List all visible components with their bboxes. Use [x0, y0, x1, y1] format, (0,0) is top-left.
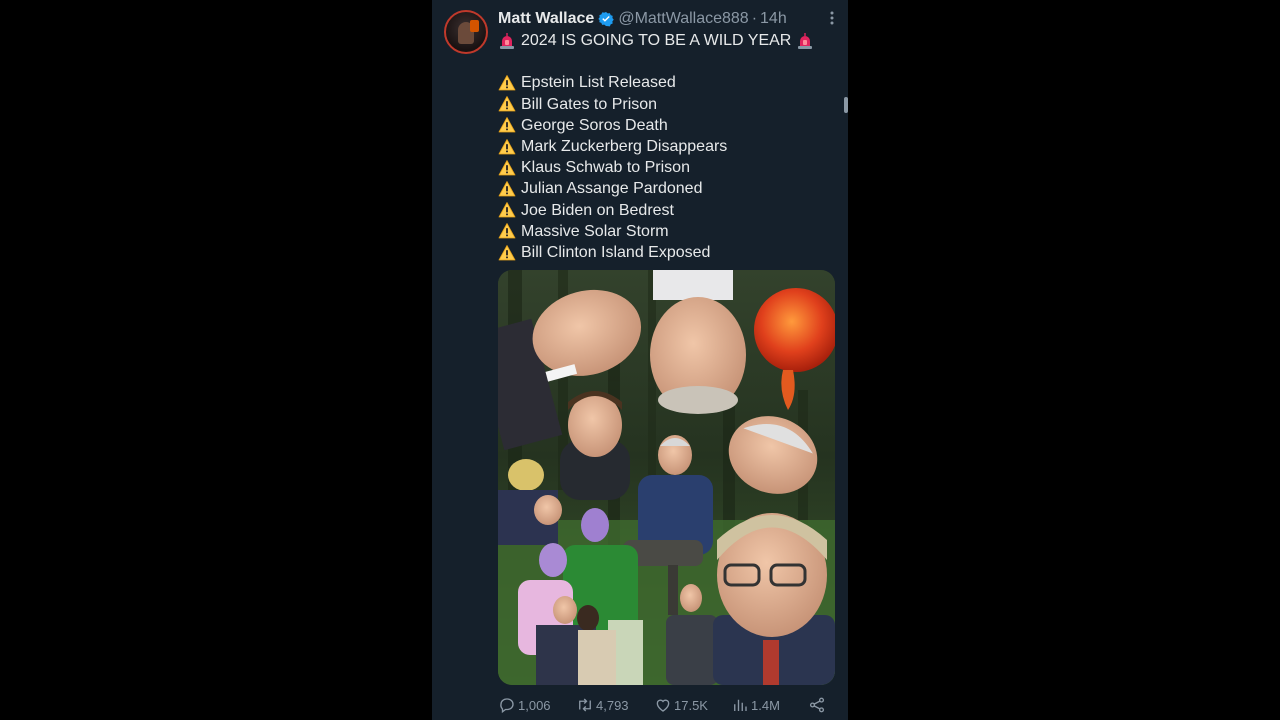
prediction-item: Bill Gates to Prison — [498, 94, 828, 115]
prediction-item-text: Massive Solar Storm — [521, 222, 669, 240]
siren-icon — [798, 32, 813, 49]
like-button[interactable]: 17.5K — [654, 694, 708, 716]
views-icon — [734, 699, 747, 711]
share-button[interactable] — [808, 694, 828, 716]
prediction-item: Joe Biden on Bedrest — [498, 200, 828, 221]
prediction-item: Klaus Schwab to Prison — [498, 157, 828, 178]
tweet-text: 2024 IS GOING TO BE A WILD YEAR Epstein … — [498, 30, 828, 263]
repost-icon — [579, 698, 591, 712]
siren-icon — [500, 32, 514, 49]
warning-icon — [498, 223, 516, 239]
prediction-item: Epstein List Released — [498, 72, 828, 93]
header-separator: · — [751, 10, 758, 27]
author-avatar[interactable] — [444, 10, 488, 54]
views-button[interactable]: 1.4M — [731, 694, 780, 716]
tweet-actions: 1,006 4,793 17.5K 1.4M — [498, 694, 838, 716]
warning-icon — [498, 117, 516, 133]
warning-icon — [498, 159, 516, 176]
avatar-sign — [470, 20, 479, 32]
prediction-item: Bill Clinton Island Exposed — [498, 242, 828, 263]
prediction-item-text: Bill Gates to Prison — [521, 95, 658, 113]
upside-down-face-photo — [650, 270, 746, 414]
share-icon — [809, 697, 825, 713]
prediction-list: Epstein List Released Bill Gates to Priso… — [498, 72, 828, 263]
warning-icon — [498, 96, 516, 112]
collage-image — [498, 270, 835, 685]
prediction-item-text: George Soros Death — [521, 116, 668, 134]
warning-icon — [498, 244, 516, 261]
repost-button[interactable]: 4,793 — [576, 694, 629, 716]
reply-button[interactable]: 1,006 — [498, 694, 551, 716]
reply-icon — [500, 698, 514, 714]
more-options-icon[interactable] — [830, 10, 834, 26]
prediction-item-text: Bill Clinton Island Exposed — [521, 244, 711, 262]
prediction-item: Julian Assange Pardoned — [498, 178, 828, 199]
repost-count: 4,793 — [596, 697, 629, 713]
scrollbar-thumb[interactable] — [844, 97, 848, 113]
tweet-card[interactable]: Matt Wallace @MattWallace888 · 14h 2024 … — [432, 0, 848, 720]
warning-icon — [498, 75, 516, 91]
reply-count: 1,006 — [518, 697, 551, 713]
author-handle[interactable]: @MattWallace888 — [618, 10, 748, 28]
prediction-item: Massive Solar Storm — [498, 221, 828, 242]
author-name[interactable]: Matt Wallace — [498, 10, 594, 28]
prediction-item-text: Joe Biden on Bedrest — [521, 201, 674, 219]
tweet-headline-line: 2024 IS GOING TO BE A WILD YEAR — [498, 30, 828, 51]
prediction-item-text: Epstein List Released — [521, 74, 676, 92]
prediction-item-text: Julian Assange Pardoned — [521, 180, 703, 198]
verified-badge-icon — [598, 12, 615, 27]
prediction-item-text: Klaus Schwab to Prison — [521, 159, 690, 177]
tweet-headline: 2024 IS GOING TO BE A WILD YEAR — [521, 32, 792, 49]
warning-icon — [498, 202, 516, 218]
man-in-hoodie-photo — [560, 391, 630, 500]
prediction-item: Mark Zuckerberg Disappears — [498, 136, 828, 157]
like-count: 17.5K — [674, 697, 708, 713]
prediction-item-text: Mark Zuckerberg Disappears — [521, 138, 728, 155]
warning-icon — [498, 181, 516, 197]
prediction-item: George Soros Death — [498, 115, 828, 136]
tweet-timestamp[interactable]: 14h — [760, 10, 787, 28]
warning-icon — [498, 138, 516, 154]
tweet-header: Matt Wallace @MattWallace888 · 14h — [498, 9, 787, 29]
bottom-right-face-photo — [713, 513, 835, 685]
view-count: 1.4M — [751, 697, 780, 713]
like-icon — [656, 699, 670, 712]
tweet-image-collage[interactable] — [498, 270, 835, 685]
